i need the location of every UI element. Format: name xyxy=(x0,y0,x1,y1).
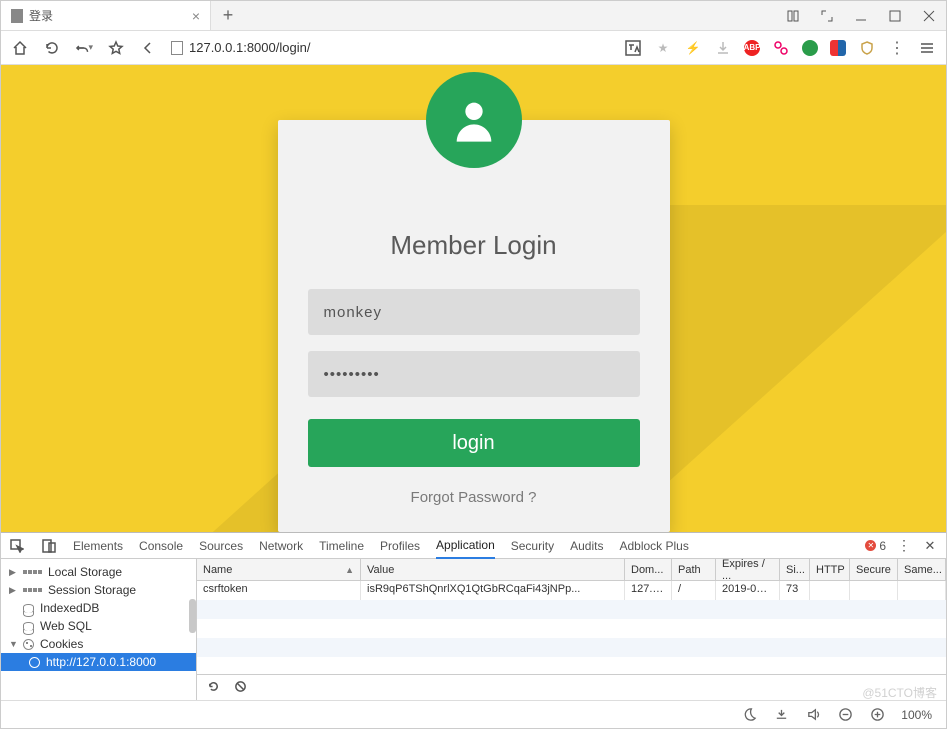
download-tray-icon[interactable] xyxy=(773,707,789,723)
address-bar: ▾ 127.0.0.1:8000/login/ ★ ⚡ ABP ⋮ xyxy=(1,31,946,65)
url-field[interactable]: 127.0.0.1:8000/login/ xyxy=(171,40,610,55)
sidebar-cookies[interactable]: ▼Cookies xyxy=(1,635,196,653)
extension-green-icon[interactable] xyxy=(802,40,818,56)
site-icon xyxy=(171,41,183,55)
moon-icon[interactable] xyxy=(741,707,757,723)
col-path[interactable]: Path xyxy=(672,559,716,580)
device-icon[interactable] xyxy=(41,538,57,554)
zoom-out-icon[interactable] xyxy=(837,707,853,723)
cookies-table: Name▲ Value Dom... Path Expires / ... Si… xyxy=(197,559,946,700)
devtools-tab-console[interactable]: Console xyxy=(139,534,183,558)
status-bar: 100% xyxy=(1,700,946,728)
sidebar-session-storage[interactable]: ▶Session Storage xyxy=(1,581,196,599)
devtools-menu-icon[interactable]: ⋮ xyxy=(896,538,912,554)
home-icon[interactable] xyxy=(11,39,29,57)
avatar-icon xyxy=(426,72,522,168)
adblock-icon[interactable]: ABP xyxy=(744,40,760,56)
sidebar-websql[interactable]: Web SQL xyxy=(1,617,196,635)
application-sidebar: ▶Local Storage ▶Session Storage IndexedD… xyxy=(1,559,197,700)
browser-tab[interactable]: 登录 × xyxy=(1,1,211,30)
window-panel-icon[interactable] xyxy=(776,1,810,30)
devtools-tab-profiles[interactable]: Profiles xyxy=(380,534,420,558)
back-icon[interactable] xyxy=(139,39,157,57)
shield-icon[interactable] xyxy=(858,39,876,57)
col-domain[interactable]: Dom... xyxy=(625,559,672,580)
page-viewport: Member Login login Forgot Password ? xyxy=(1,65,946,532)
window-maximize-button[interactable] xyxy=(878,1,912,30)
devtools-tabbar: Elements Console Sources Network Timelin… xyxy=(1,533,946,559)
zoom-level: 100% xyxy=(901,708,932,722)
tab-title: 登录 xyxy=(29,7,53,24)
col-value[interactable]: Value xyxy=(361,559,625,580)
zoom-in-icon[interactable] xyxy=(869,707,885,723)
star-icon[interactable] xyxy=(107,39,125,57)
reload-icon[interactable] xyxy=(43,39,61,57)
col-http[interactable]: HTTP xyxy=(810,559,850,580)
login-card: Member Login login Forgot Password ? xyxy=(278,120,670,532)
devtools-tab-application[interactable]: Application xyxy=(436,533,495,559)
sidebar-local-storage[interactable]: ▶Local Storage xyxy=(1,563,196,581)
bolt-icon[interactable]: ⚡ xyxy=(684,39,702,57)
table-header: Name▲ Value Dom... Path Expires / ... Si… xyxy=(197,559,946,581)
devtools-tab-elements[interactable]: Elements xyxy=(73,534,123,558)
kebab-menu-icon[interactable]: ⋮ xyxy=(888,39,906,57)
devtools-tab-timeline[interactable]: Timeline xyxy=(319,534,364,558)
extension-red-icon[interactable] xyxy=(772,39,790,57)
new-tab-button[interactable]: + xyxy=(211,1,245,30)
devtools-tab-adblock[interactable]: Adblock Plus xyxy=(619,534,688,558)
username-input[interactable] xyxy=(308,289,640,335)
sidebar-indexeddb[interactable]: IndexedDB xyxy=(1,599,196,617)
sidebar-scrollbar[interactable] xyxy=(189,599,196,633)
error-badge[interactable]: ✕6 xyxy=(865,539,886,553)
inspect-icon[interactable] xyxy=(9,538,25,554)
refresh-icon[interactable] xyxy=(207,680,220,696)
devtools-tab-network[interactable]: Network xyxy=(259,534,303,558)
browser-titlebar: 登录 × + xyxy=(1,1,946,31)
tab-close-icon[interactable]: × xyxy=(192,9,200,23)
devtools-close-icon[interactable]: ✕ xyxy=(922,538,938,554)
extension-multicolor-icon[interactable] xyxy=(830,40,846,56)
table-toolbar xyxy=(197,674,946,700)
login-button[interactable]: login xyxy=(308,419,640,467)
devtools-tab-audits[interactable]: Audits xyxy=(570,534,603,558)
col-secure[interactable]: Secure xyxy=(850,559,898,580)
password-input[interactable] xyxy=(308,351,640,397)
table-row[interactable]: csrftoken isR9qP6TShQnrlXQ1QtGbRCqaFi43j… xyxy=(197,581,946,600)
page-icon xyxy=(11,9,23,23)
hamburger-menu-icon[interactable] xyxy=(918,39,936,57)
devtools-panel: Elements Console Sources Network Timelin… xyxy=(1,532,946,700)
download-icon[interactable] xyxy=(714,39,732,57)
window-close-button[interactable] xyxy=(912,1,946,30)
speaker-icon[interactable] xyxy=(805,707,821,723)
devtools-tab-sources[interactable]: Sources xyxy=(199,534,243,558)
url-text: 127.0.0.1:8000/login/ xyxy=(189,40,310,55)
undo-icon[interactable]: ▾ xyxy=(75,39,93,57)
extension-icons: ★ ⚡ ABP ⋮ xyxy=(624,39,936,57)
sidebar-cookie-origin[interactable]: http://127.0.0.1:8000 xyxy=(1,653,196,671)
window-controls xyxy=(776,1,946,30)
window-minimize-button[interactable] xyxy=(844,1,878,30)
window-expand-icon[interactable] xyxy=(810,1,844,30)
devtools-tab-security[interactable]: Security xyxy=(511,534,554,558)
bookmark-star-icon[interactable]: ★ xyxy=(654,39,672,57)
col-samesite[interactable]: Same... xyxy=(898,559,946,580)
col-expires[interactable]: Expires / ... xyxy=(716,559,780,580)
block-icon[interactable] xyxy=(234,680,247,696)
login-heading: Member Login xyxy=(308,230,640,261)
forgot-password-link[interactable]: Forgot Password ? xyxy=(308,489,640,506)
col-name[interactable]: Name▲ xyxy=(197,559,361,580)
translate-icon[interactable] xyxy=(624,39,642,57)
col-size[interactable]: Si... xyxy=(780,559,810,580)
table-body[interactable]: csrftoken isR9qP6TShQnrlXQ1QtGbRCqaFi43j… xyxy=(197,581,946,674)
error-count: 6 xyxy=(879,539,886,553)
